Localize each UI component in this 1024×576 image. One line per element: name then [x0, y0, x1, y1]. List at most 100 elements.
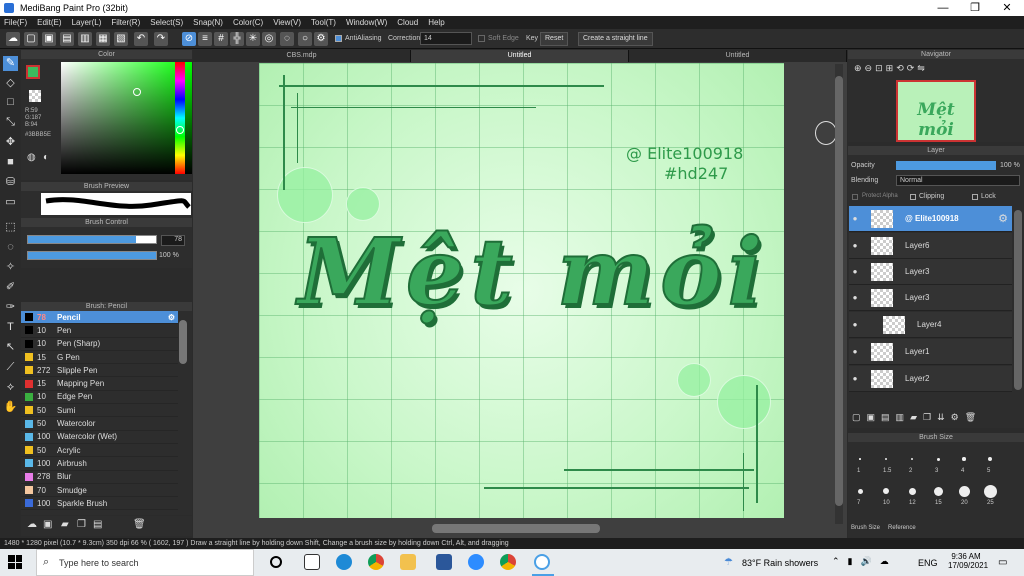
brush-cloud-icon[interactable]: ☁ — [27, 519, 37, 530]
brush-item[interactable]: 272 Slipple Pen — [21, 364, 178, 378]
brush-size-preset[interactable] — [983, 484, 997, 498]
vertical-scroll-thumb[interactable] — [835, 76, 843, 506]
clipping-checkbox[interactable] — [910, 194, 916, 200]
layers-icon[interactable]: ▧ — [114, 32, 128, 46]
brush-size-preset[interactable] — [883, 488, 889, 494]
menu-color[interactable]: Color(C) — [233, 18, 263, 27]
layer-visibility-icon[interactable]: ● — [849, 241, 861, 250]
hue-cursor[interactable] — [176, 126, 184, 134]
transparent-swatch[interactable] — [29, 90, 41, 102]
layer-row[interactable]: ● Layer3 — [849, 259, 1012, 285]
rotate-left-icon[interactable]: ⟲ — [896, 63, 904, 77]
brush-size-preset[interactable] — [936, 457, 940, 461]
select-pen-icon[interactable]: ✐ — [3, 280, 18, 295]
rotate-right-icon[interactable]: ⟳ — [907, 63, 915, 77]
brush-item[interactable]: 50 Watercolor — [21, 417, 178, 431]
actual-size-icon[interactable]: ⊞ — [886, 63, 894, 77]
tab-untitled-1[interactable]: Untitled — [411, 50, 629, 62]
snap-ellipse-icon[interactable]: ○ — [298, 32, 312, 46]
brush-size-preset[interactable] — [962, 457, 966, 461]
medibang-taskbar-icon[interactable] — [534, 554, 550, 570]
operation-tool-icon[interactable]: ↖ — [3, 340, 18, 355]
task-view-icon[interactable] — [304, 554, 320, 570]
antialias-checkbox[interactable] — [335, 35, 342, 42]
flip-icon[interactable]: ⇋ — [917, 63, 925, 77]
taskbar-search-box[interactable]: ⌕ Type here to search — [36, 549, 254, 576]
rect-tool-icon[interactable]: □ — [3, 95, 18, 110]
brush-size-value[interactable]: 78 — [161, 235, 185, 246]
weather-icon[interactable]: ☂ — [724, 557, 733, 568]
eyedropper-icon[interactable]: ⟡ — [3, 380, 18, 395]
lock-checkbox[interactable] — [972, 194, 978, 200]
brush-tool-icon[interactable]: ✎ — [3, 56, 18, 71]
menu-snap[interactable]: Snap(N) — [193, 18, 223, 27]
color-history-icon[interactable]: ◐ — [43, 152, 49, 163]
navigator-thumbnail[interactable]: Mệt mỏi — [896, 80, 976, 142]
brush-size-preset[interactable] — [859, 458, 861, 460]
notifications-icon[interactable]: ▭ — [998, 557, 1007, 568]
menu-filter[interactable]: Filter(R) — [111, 18, 140, 27]
layer-opacity-slider[interactable] — [896, 161, 996, 170]
select-tool-icon[interactable]: ⤡ — [3, 115, 18, 130]
magic-wand-icon[interactable]: ✧ — [3, 260, 18, 275]
snap-parallel-icon[interactable]: ≡ — [198, 32, 212, 46]
brush-item[interactable]: 70 Smudge — [21, 484, 178, 498]
divide-tool-icon[interactable]: ⟋ — [3, 360, 18, 375]
vertical-scrollbar[interactable] — [835, 64, 843, 524]
brush-delete-icon[interactable]: 🗑 — [133, 519, 146, 530]
brush-size-preset[interactable] — [908, 487, 916, 495]
brush-folder-icon[interactable]: ▰ — [61, 519, 69, 530]
bucket-tool-icon[interactable]: ⛁ — [3, 175, 18, 190]
layer-scrollbar[interactable] — [1014, 210, 1022, 390]
lasso-tool-icon[interactable]: ◌ — [3, 240, 18, 255]
layer-row[interactable]: ● Layer4 — [849, 312, 1012, 338]
layer-row[interactable]: ● Layer1 — [849, 339, 1012, 365]
windows-start-icon[interactable] — [8, 555, 22, 569]
new-icon[interactable]: ▢ — [24, 32, 38, 46]
tab-cbs[interactable]: CBS.mdp — [193, 50, 411, 62]
brush-item[interactable]: 100 Airbrush — [21, 457, 178, 471]
edge-icon[interactable] — [336, 554, 352, 570]
snap-circle-icon[interactable]: ◎ — [262, 32, 276, 46]
snap-radial-icon[interactable]: ✳ — [246, 32, 260, 46]
comment-icon[interactable]: ▤ — [60, 32, 74, 46]
zoom-icon[interactable] — [468, 554, 484, 570]
menu-view[interactable]: View(V) — [273, 18, 301, 27]
close-button[interactable]: ✕ — [992, 0, 1022, 16]
palette-icon[interactable]: ◍ — [27, 152, 36, 163]
layer-visibility-icon[interactable]: ● — [849, 320, 861, 329]
layer-row[interactable]: ● Layer3 — [849, 285, 1012, 311]
gradient-tool-icon[interactable]: ▭ — [3, 195, 18, 210]
undo-icon[interactable]: ↶ — [134, 32, 148, 46]
layer-visibility-icon[interactable]: ● — [849, 293, 861, 302]
menu-layer[interactable]: Layer(L) — [72, 18, 102, 27]
redo-icon[interactable]: ↷ — [154, 32, 168, 46]
snap-grid-icon[interactable]: # — [214, 32, 228, 46]
brush-size-slider[interactable] — [27, 235, 157, 244]
duplicate-layer-icon[interactable]: ❐ — [923, 412, 931, 423]
fit-icon[interactable]: ⊡ — [875, 63, 883, 77]
brush-item[interactable]: 278 Blur — [21, 471, 178, 484]
onedrive-icon[interactable]: ☁ — [880, 556, 889, 567]
brush-size-preset[interactable] — [988, 457, 992, 461]
tray-chevron-icon[interactable]: ⌃ — [832, 556, 840, 567]
select-eraser-icon[interactable]: ✑ — [3, 300, 18, 315]
brush-size-tab[interactable]: Brush Size — [851, 525, 880, 531]
menu-cloud[interactable]: Cloud — [397, 18, 418, 27]
brush-size-preset[interactable] — [933, 486, 943, 496]
new-layer-8bit-icon[interactable]: ▣ — [867, 412, 876, 423]
save-icon[interactable]: ▣ — [42, 32, 56, 46]
text-tool-icon[interactable]: T — [3, 320, 18, 335]
brush-list-scrollbar[interactable] — [179, 320, 187, 364]
correction-select[interactable]: 14 — [420, 32, 472, 45]
cloud-icon[interactable]: ☁ — [6, 32, 20, 46]
layer-visibility-icon[interactable]: ● — [849, 267, 861, 276]
reset-button[interactable]: Reset — [540, 32, 569, 46]
layer-visibility-icon[interactable]: ● — [849, 214, 861, 223]
horizontal-scrollbar[interactable] — [432, 524, 600, 533]
protect-alpha-checkbox[interactable] — [852, 194, 858, 200]
brush-item[interactable]: 15 G Pen — [21, 351, 178, 365]
tab-untitled-2[interactable]: Untitled — [629, 50, 847, 62]
eraser-tool-icon[interactable]: ◇ — [3, 76, 18, 91]
maximize-button[interactable]: ❐ — [960, 0, 990, 16]
